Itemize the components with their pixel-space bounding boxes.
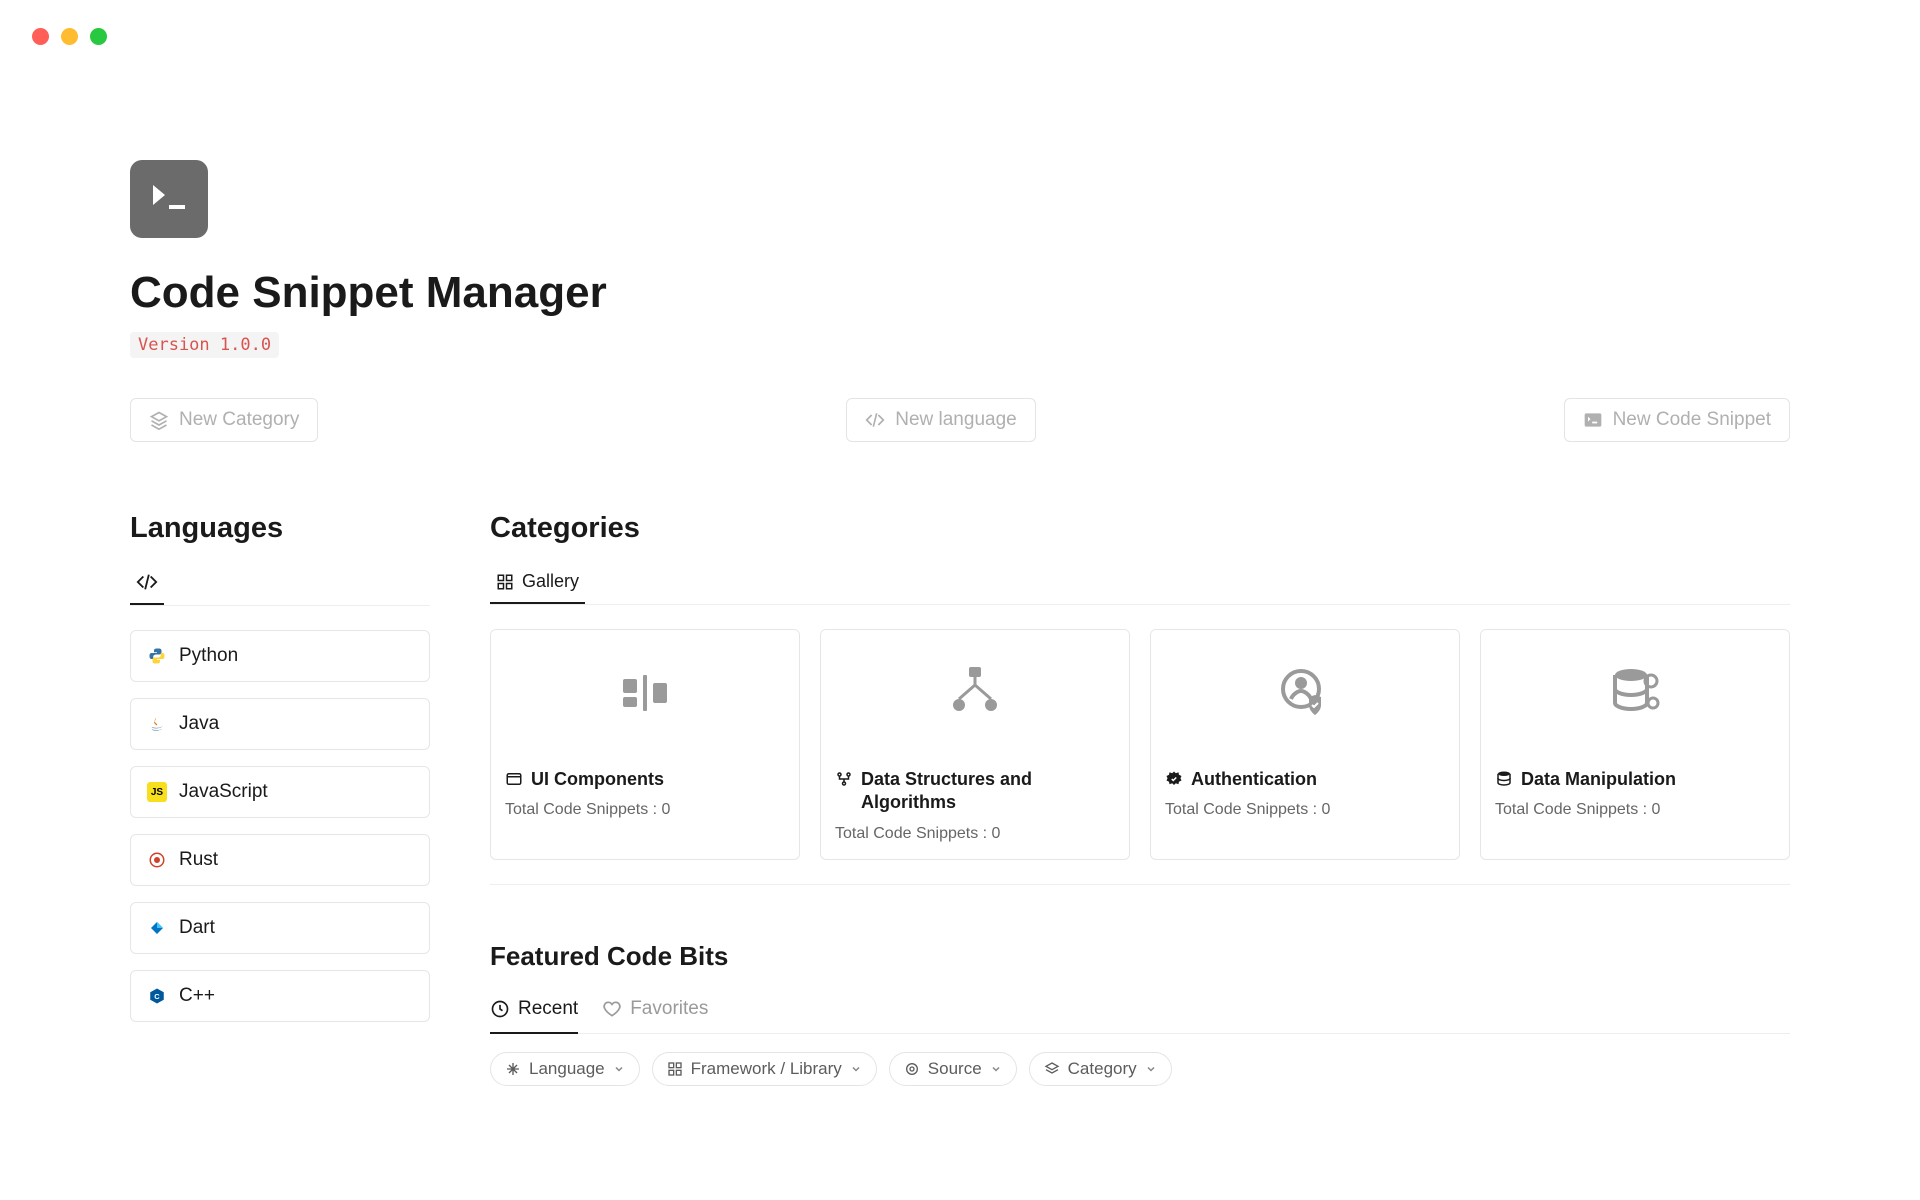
filter-label: Category: [1068, 1059, 1137, 1079]
tab-label: Recent: [518, 998, 578, 1020]
layers-icon: [1044, 1061, 1060, 1077]
categories-gallery: UI Components Total Code Snippets : 0 Da…: [490, 629, 1790, 885]
version-badge: Version 1.0.0: [130, 332, 279, 358]
python-icon: [147, 646, 167, 666]
categories-heading: Categories: [490, 512, 1790, 545]
featured-tabstrip: Recent Favorites: [490, 990, 1790, 1034]
chevron-down-icon: [990, 1063, 1002, 1075]
card-title: Data Structures and Algorithms: [861, 768, 1115, 815]
category-card-data-manipulation[interactable]: Data Manipulation Total Code Snippets : …: [1480, 629, 1790, 860]
featured-recent-tab[interactable]: Recent: [490, 990, 578, 1034]
filter-label: Language: [529, 1059, 605, 1079]
featured-heading: Featured Code Bits: [490, 941, 1790, 972]
button-label: New Category: [179, 409, 299, 431]
card-meta: Total Code Snippets : 0: [1165, 801, 1445, 819]
languages-tabstrip: [130, 563, 430, 606]
terminal-icon: [1583, 410, 1603, 430]
gallery-icon: [496, 573, 514, 591]
filter-source[interactable]: Source: [889, 1052, 1017, 1086]
database-icon: [1481, 630, 1789, 756]
page-title: Code Snippet Manager: [130, 268, 1790, 318]
featured-favorites-tab[interactable]: Favorites: [602, 990, 708, 1033]
language-card-cpp[interactable]: C C++: [130, 970, 430, 1022]
language-card-java[interactable]: Java: [130, 698, 430, 750]
js-icon: JS: [147, 782, 167, 802]
svg-text:C: C: [154, 992, 160, 1001]
button-label: New language: [895, 409, 1016, 431]
auth-icon: [1151, 630, 1459, 756]
filter-label: Framework / Library: [691, 1059, 842, 1079]
featured-filters: Language Framework / Library Source Cate…: [490, 1052, 1790, 1086]
language-label: Python: [179, 645, 238, 667]
zoom-window-button[interactable]: [90, 28, 107, 45]
card-meta: Total Code Snippets : 0: [505, 801, 785, 819]
filter-category[interactable]: Category: [1029, 1052, 1172, 1086]
language-card-python[interactable]: Python: [130, 630, 430, 682]
card-meta: Total Code Snippets : 0: [835, 825, 1115, 843]
chevron-down-icon: [1145, 1063, 1157, 1075]
categories-gallery-tab[interactable]: Gallery: [490, 563, 585, 604]
button-label: New Code Snippet: [1613, 409, 1771, 431]
new-language-button[interactable]: New language: [846, 398, 1035, 442]
app-terminal-icon: [130, 160, 208, 238]
chevron-down-icon: [850, 1063, 862, 1075]
code-icon: [865, 410, 885, 430]
category-card-ui-components[interactable]: UI Components Total Code Snippets : 0: [490, 629, 800, 860]
categories-tabstrip: Gallery: [490, 563, 1790, 605]
ui-components-icon: [491, 630, 799, 756]
language-label: Dart: [179, 917, 215, 939]
filter-label: Source: [928, 1059, 982, 1079]
card-title: UI Components: [531, 768, 664, 791]
java-icon: [147, 714, 167, 734]
verified-icon: [1165, 770, 1183, 788]
close-window-button[interactable]: [32, 28, 49, 45]
filter-language[interactable]: Language: [490, 1052, 640, 1086]
heart-icon: [602, 999, 622, 1019]
window-icon: [505, 770, 523, 788]
language-card-javascript[interactable]: JS JavaScript: [130, 766, 430, 818]
tab-label: Favorites: [630, 998, 708, 1020]
rust-icon: [147, 850, 167, 870]
language-card-dart[interactable]: Dart: [130, 902, 430, 954]
grid-icon: [667, 1061, 683, 1077]
card-title: Authentication: [1191, 768, 1317, 791]
chevron-down-icon: [613, 1063, 625, 1075]
card-meta: Total Code Snippets : 0: [1495, 801, 1775, 819]
cpp-icon: C: [147, 986, 167, 1006]
filter-framework[interactable]: Framework / Library: [652, 1052, 877, 1086]
card-title: Data Manipulation: [1521, 768, 1676, 791]
sparkle-icon: [505, 1061, 521, 1077]
languages-code-tab[interactable]: [130, 563, 164, 605]
new-category-button[interactable]: New Category: [130, 398, 318, 442]
algorithm-icon: [821, 630, 1129, 756]
target-icon: [904, 1061, 920, 1077]
category-card-authentication[interactable]: Authentication Total Code Snippets : 0: [1150, 629, 1460, 860]
layers-icon: [149, 410, 169, 430]
new-code-snippet-button[interactable]: New Code Snippet: [1564, 398, 1790, 442]
language-label: C++: [179, 985, 215, 1007]
dart-icon: [147, 918, 167, 938]
window-traffic-lights: [32, 28, 107, 45]
flow-icon: [835, 770, 853, 788]
language-label: Java: [179, 713, 219, 735]
minimize-window-button[interactable]: [61, 28, 78, 45]
tab-label: Gallery: [522, 571, 579, 592]
code-icon: [136, 571, 158, 593]
language-label: JavaScript: [179, 781, 268, 803]
language-card-rust[interactable]: Rust: [130, 834, 430, 886]
category-card-dsa[interactable]: Data Structures and Algorithms Total Cod…: [820, 629, 1130, 860]
clock-icon: [490, 999, 510, 1019]
database-small-icon: [1495, 770, 1513, 788]
language-label: Rust: [179, 849, 218, 871]
languages-heading: Languages: [130, 512, 430, 545]
